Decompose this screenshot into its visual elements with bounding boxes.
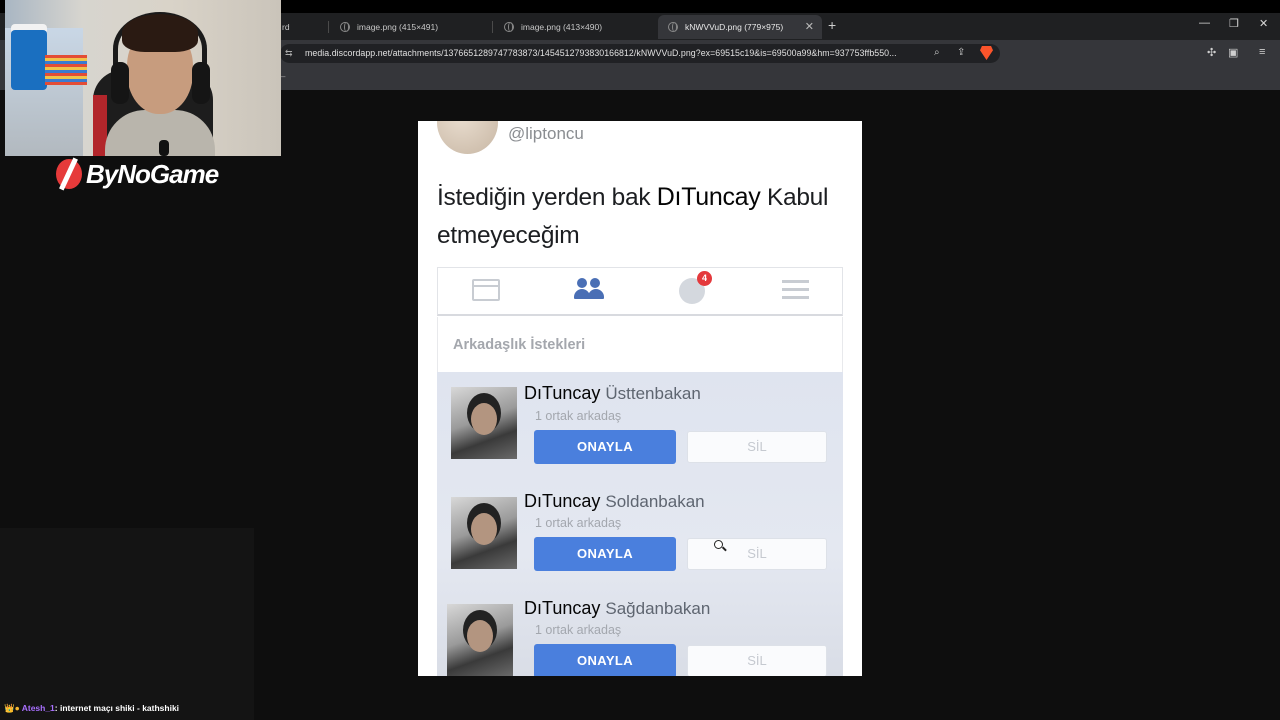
mutual-friends: 1 ortak arkadaş: [535, 516, 622, 530]
friend-request-item: DıTuncay Üsttenbakan 1 ortak arkadaş ONA…: [437, 372, 843, 479]
request-last-name: Üsttenbakan: [605, 384, 701, 403]
tab-separator: [492, 21, 493, 33]
request-name: DıTuncay Soldanbakan: [524, 491, 705, 512]
wallet-icon[interactable]: ▣: [1228, 46, 1238, 59]
tab-label: image.png (413×490): [521, 22, 603, 32]
news-feed-icon: [472, 279, 500, 301]
post-name: DıTuncay: [656, 183, 761, 211]
profile-photo: [451, 387, 517, 459]
new-tab-button[interactable]: +: [828, 17, 836, 33]
zoom-icon[interactable]: ⌕: [934, 47, 940, 58]
zoom-cursor-icon: [714, 540, 723, 549]
share-icon[interactable]: ⇪: [957, 47, 965, 58]
profile-photo: [451, 497, 517, 569]
delete-button: SİL: [687, 538, 827, 570]
globe-icon: [504, 22, 514, 32]
mutual-friends: 1 ortak arkadaş: [535, 623, 622, 637]
chat-overlay: [0, 528, 254, 720]
post-avatar: [437, 121, 498, 154]
delete-button: SİL: [687, 645, 827, 676]
webcam-overlay: [5, 0, 281, 156]
extensions-icon[interactable]: ✣: [1207, 46, 1216, 59]
displayed-image[interactable]: @liptoncu İstediğin yerden bak DıTuncay …: [418, 121, 862, 676]
menu-icon[interactable]: ≡: [1259, 46, 1265, 58]
bynogame-logo-icon: [56, 159, 82, 189]
url-text[interactable]: media.discordapp.net/attachments/1376651…: [305, 48, 897, 58]
request-name: DıTuncay Sağdanbakan: [524, 598, 710, 619]
chat-text: internet maçı shiki - kathshiki: [60, 703, 180, 713]
request-first-name: DıTuncay: [524, 598, 601, 618]
stream-brand-logo: ByNoGame: [56, 158, 219, 190]
facebook-nav-bar: 4: [437, 267, 843, 316]
minimize-button[interactable]: —: [1199, 17, 1210, 29]
tab-label: image.png (415×491): [357, 22, 439, 32]
screen: rd image.png (415×491) image.png (413×49…: [0, 0, 1280, 720]
friend-request-item: DıTuncay Soldanbakan 1 ortak arkadaş ONA…: [437, 479, 843, 586]
chat-badges: 👑●: [4, 703, 20, 713]
friend-requests-header: Arkadaşlık İstekleri: [437, 317, 843, 372]
post-handle: @liptoncu: [508, 124, 584, 143]
globe-icon: [340, 22, 350, 32]
tab-label: rd: [282, 22, 290, 32]
mutual-friends: 1 ortak arkadaş: [535, 409, 622, 423]
tab-label: kNWVVuD.png (779×975): [685, 22, 784, 32]
request-last-name: Sağdanbakan: [605, 599, 711, 618]
tab-knwvvud-active[interactable]: kNWVVuD.png (779×975) ✕: [658, 15, 822, 39]
request-last-name: Soldanbakan: [605, 492, 705, 511]
globe-icon: [668, 22, 678, 32]
restore-button[interactable]: ❐: [1229, 17, 1239, 30]
friend-requests-title: Arkadaşlık İstekleri: [453, 337, 586, 353]
close-window-button[interactable]: ✕: [1259, 17, 1268, 30]
request-first-name: DıTuncay: [524, 383, 601, 403]
tab-image-413[interactable]: image.png (413×490): [494, 15, 654, 39]
brand-text: ByNoGame: [86, 158, 219, 189]
hamburger-menu-icon: [782, 280, 809, 300]
confirm-button: ONAYLA: [534, 644, 676, 676]
request-name: DıTuncay Üsttenbakan: [524, 383, 701, 404]
post-text: İstediğin yerden bak DıTuncay Kabul etme…: [437, 178, 847, 255]
friend-requests-list: DıTuncay Üsttenbakan 1 ortak arkadaş ONA…: [437, 372, 843, 676]
friends-icon: [574, 278, 606, 302]
tab-image-415[interactable]: image.png (415×491): [330, 15, 490, 39]
tab-separator: [328, 21, 329, 33]
chat-message: 👑● Atesh_1: internet maçı shiki - kathshi…: [4, 703, 179, 714]
confirm-button: ONAYLA: [534, 430, 676, 464]
profile-photo: [447, 604, 513, 676]
confirm-button: ONAYLA: [534, 537, 676, 571]
notification-badge: 4: [697, 271, 712, 286]
bookmark-placeholder: –: [281, 72, 286, 81]
delete-button: SİL: [687, 431, 827, 463]
post-text-before: İstediğin yerden bak: [437, 184, 657, 211]
friend-request-item: DıTuncay Sağdanbakan 1 ortak arkadaş ONA…: [437, 586, 843, 676]
request-first-name: DıTuncay: [524, 491, 601, 511]
close-tab-icon[interactable]: ✕: [805, 20, 814, 33]
site-info-icon[interactable]: ⇆: [285, 48, 293, 59]
chat-username: Atesh_1: [21, 703, 55, 713]
